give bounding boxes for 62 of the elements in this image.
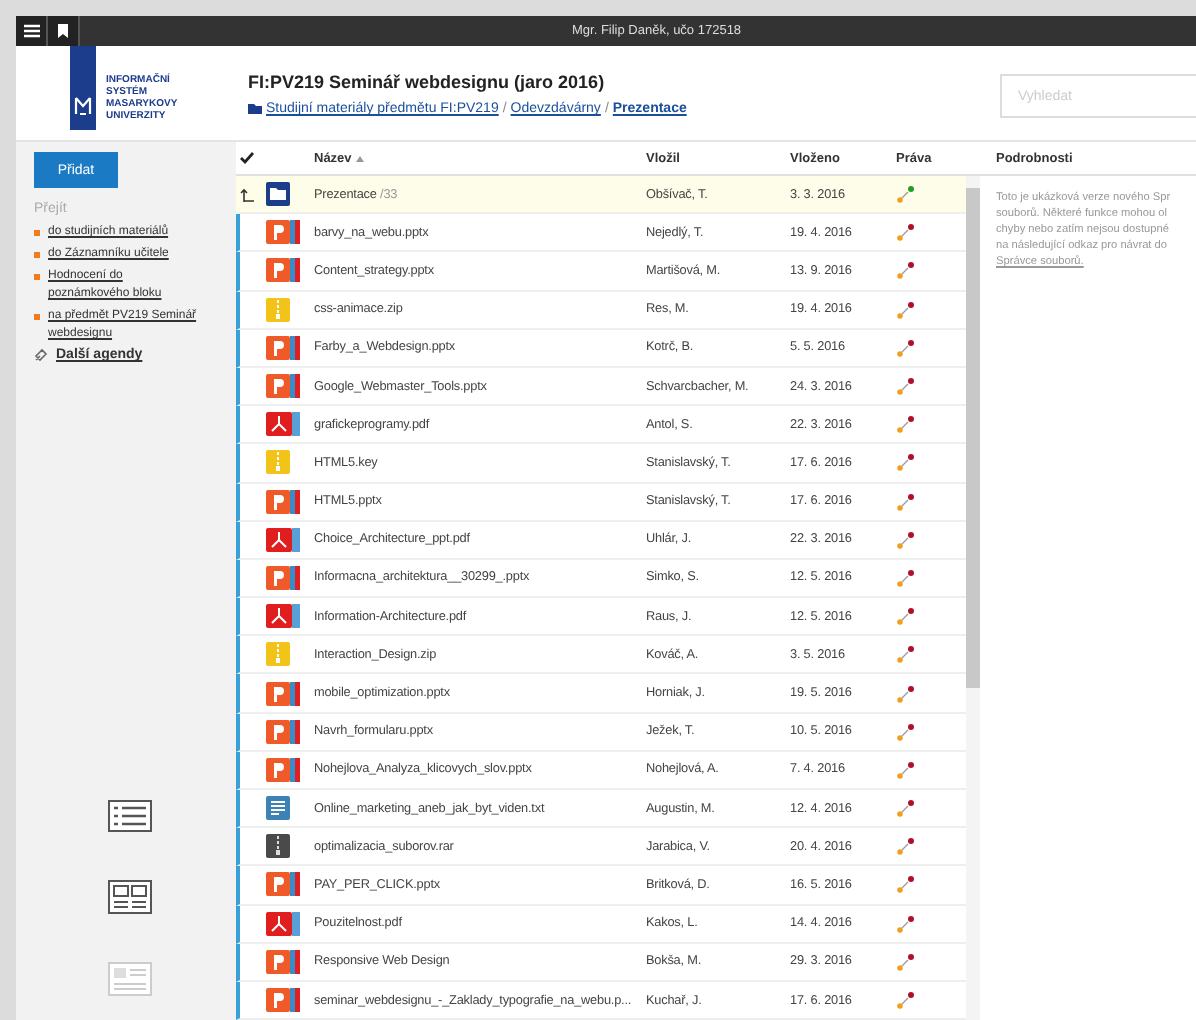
pdf-file-icon — [266, 911, 300, 936]
bullet-icon — [34, 230, 40, 236]
permissions-icon — [897, 383, 909, 395]
pdf-file-icon — [266, 527, 300, 552]
permissions-icon — [897, 306, 909, 319]
permissions-icon — [897, 613, 909, 626]
presentation-file-icon — [266, 872, 300, 897]
bullet-icon — [34, 314, 40, 320]
permissions-icon — [897, 229, 909, 242]
bullet-icon — [34, 274, 40, 280]
logo-emblem — [70, 46, 96, 130]
permissions-icon — [897, 498, 909, 510]
folder-icon — [248, 104, 262, 114]
permissions-icon — [897, 920, 909, 933]
permissions-icon — [897, 268, 909, 280]
permissions-icon — [897, 575, 909, 587]
permissions-icon — [897, 728, 909, 741]
presentation-file-icon — [266, 335, 300, 360]
presentation-file-icon — [266, 681, 300, 706]
archive-file-icon — [266, 834, 290, 859]
archive-file-icon — [266, 642, 290, 667]
presentation-file-icon — [266, 757, 300, 782]
permissions-icon — [897, 805, 909, 817]
presentation-file-icon — [266, 988, 300, 1013]
permissions-icon — [897, 882, 909, 894]
link-icon — [34, 348, 48, 362]
pdf-file-icon — [266, 412, 300, 437]
permissions-icon — [897, 959, 909, 971]
presentation-file-icon — [266, 374, 300, 399]
text-file-icon — [266, 796, 290, 821]
tile-view-icon[interactable] — [108, 880, 152, 914]
permissions-icon — [897, 767, 909, 779]
presentation-file-icon — [266, 565, 300, 590]
presentation-file-icon — [266, 719, 300, 744]
archive-file-icon — [266, 297, 290, 322]
bookmark-icon — [58, 24, 68, 38]
permissions-icon — [897, 421, 909, 434]
bookmark-button[interactable] — [48, 16, 80, 46]
presentation-file-icon — [266, 220, 300, 245]
list-view-icon[interactable] — [108, 800, 152, 832]
permissions-icon — [897, 536, 909, 549]
presentation-file-icon — [266, 258, 300, 283]
menu-icon — [23, 24, 39, 38]
permissions-icon — [897, 843, 909, 856]
permissions-icon — [897, 690, 909, 702]
check-icon[interactable] — [240, 152, 254, 164]
sort-icon — [355, 155, 364, 161]
permissions-icon — [897, 652, 909, 664]
archive-file-icon — [266, 450, 290, 475]
presentation-file-icon — [266, 489, 300, 514]
menu-button[interactable] — [16, 16, 48, 46]
pdf-file-icon — [266, 604, 300, 629]
folder-icon — [266, 182, 290, 207]
up-arrow-icon[interactable] — [240, 187, 254, 202]
permissions-icon — [897, 997, 909, 1009]
permissions-icon — [897, 460, 909, 472]
permissions-icon — [897, 191, 909, 203]
permissions-icon — [897, 345, 909, 357]
page-title: FI:PV219 Seminář webdesignu (jaro 2016) — [248, 72, 607, 92]
bullet-icon — [34, 252, 40, 258]
presentation-file-icon — [266, 949, 300, 974]
scrollbar[interactable] — [966, 176, 980, 1020]
